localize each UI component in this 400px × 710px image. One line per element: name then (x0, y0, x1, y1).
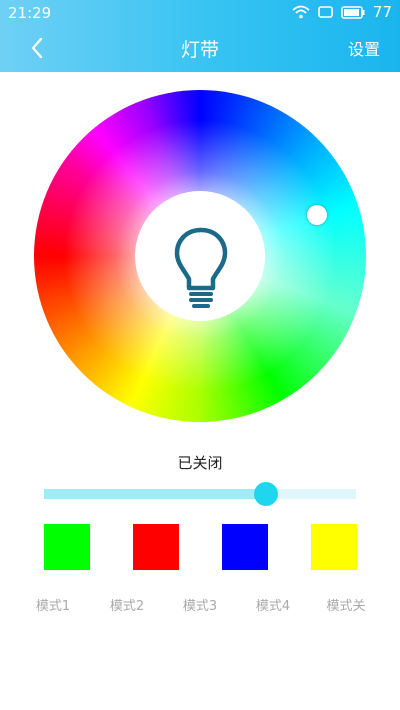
wifi-icon (292, 5, 310, 19)
mode-1-label[interactable]: 模式1 (13, 595, 93, 614)
mode-2-label[interactable]: 模式2 (87, 595, 167, 614)
status-icons: 77 (292, 3, 392, 21)
mode-3-label[interactable]: 模式3 (160, 595, 240, 614)
battery-icon (341, 5, 365, 19)
mode-1-swatch[interactable] (44, 524, 90, 570)
page-title: 灯带 (180, 39, 219, 61)
status-time: 21:29 (8, 4, 52, 22)
slider-thumb[interactable] (253, 482, 278, 506)
top-bar: 21:29 77 灯带 设置 (0, 0, 400, 72)
settings-button[interactable]: 设置 (348, 36, 380, 60)
mode-off-label[interactable]: 模式关 (306, 595, 386, 614)
mode-3-swatch[interactable] (222, 524, 268, 570)
battery-level: 77 (372, 3, 392, 21)
nav-bar: 灯带 设置 (0, 26, 400, 72)
status-bar: 21:29 77 (0, 0, 400, 26)
brightness-slider[interactable] (44, 480, 356, 508)
mode-4-label[interactable]: 模式4 (233, 595, 313, 614)
lightbulb-icon[interactable] (171, 226, 231, 312)
slider-fill (44, 489, 266, 499)
light-state: 已关闭 (177, 454, 223, 472)
mode-4-swatch[interactable] (311, 524, 357, 570)
mode-2-swatch[interactable] (133, 524, 179, 570)
screen-icon (318, 5, 333, 18)
color-picker-handle[interactable] (307, 205, 327, 225)
